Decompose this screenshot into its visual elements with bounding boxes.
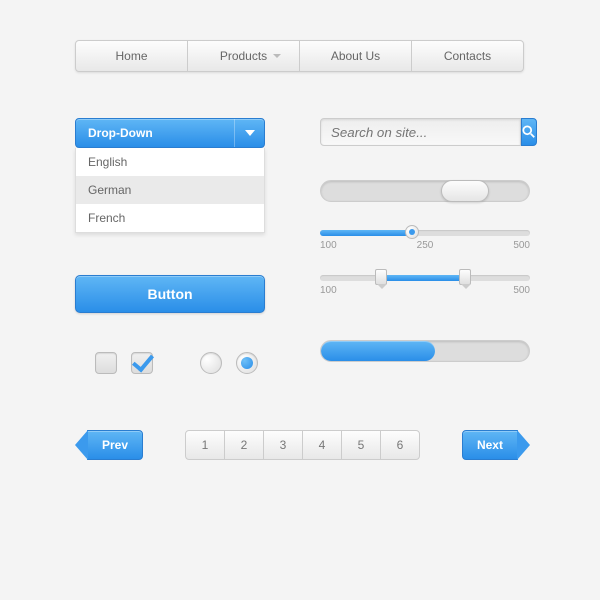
pagination: Prev 1 2 3 4 5 6 Next bbox=[75, 430, 530, 460]
nav-item-about[interactable]: About Us bbox=[299, 40, 412, 72]
dropdown-button[interactable]: Drop-Down bbox=[75, 118, 265, 148]
slider-track[interactable] bbox=[320, 230, 530, 236]
slider-knob-from[interactable] bbox=[375, 269, 387, 285]
slider-knob[interactable] bbox=[405, 225, 419, 239]
search-icon bbox=[522, 125, 536, 139]
nav-label: Contacts bbox=[444, 49, 491, 63]
nav-label: Home bbox=[115, 49, 147, 63]
radio-group bbox=[200, 352, 258, 374]
slider-labels: 100 500 bbox=[320, 285, 530, 296]
search-input[interactable] bbox=[320, 118, 521, 146]
toggle-knob[interactable] bbox=[441, 180, 489, 202]
toggle-switch[interactable] bbox=[320, 180, 530, 202]
slider-max: 500 bbox=[513, 285, 530, 296]
slider-single: 100 250 500 bbox=[320, 230, 530, 251]
slider-min: 100 bbox=[320, 240, 337, 251]
primary-button[interactable]: Button bbox=[75, 275, 265, 313]
progress-fill bbox=[321, 341, 435, 361]
page-number[interactable]: 1 bbox=[185, 430, 225, 460]
prev-button[interactable]: Prev bbox=[87, 430, 143, 460]
page-number[interactable]: 5 bbox=[341, 430, 381, 460]
nav-item-contacts[interactable]: Contacts bbox=[411, 40, 524, 72]
page-number[interactable]: 6 bbox=[380, 430, 420, 460]
page-number[interactable]: 2 bbox=[224, 430, 264, 460]
radio-checked[interactable] bbox=[236, 352, 258, 374]
checkbox-unchecked[interactable] bbox=[95, 352, 117, 374]
slider-max: 500 bbox=[513, 240, 530, 251]
slider-mid: 250 bbox=[417, 240, 434, 251]
checkbox-group bbox=[95, 352, 153, 374]
nav-item-home[interactable]: Home bbox=[75, 40, 188, 72]
nav-label: About Us bbox=[331, 49, 380, 63]
next-label: Next bbox=[477, 438, 503, 452]
slider-labels: 100 250 500 bbox=[320, 240, 530, 251]
slider-fill bbox=[320, 230, 408, 236]
button-label: Button bbox=[147, 286, 192, 302]
slider-track[interactable] bbox=[320, 275, 530, 281]
page-list: 1 2 3 4 5 6 bbox=[185, 430, 420, 460]
dropdown: Drop-Down English German French bbox=[75, 118, 265, 233]
search-button[interactable] bbox=[521, 118, 537, 146]
dropdown-label: Drop-Down bbox=[88, 126, 153, 140]
slider-min: 100 bbox=[320, 285, 337, 296]
progress-bar bbox=[320, 340, 530, 362]
dropdown-list: English German French bbox=[75, 148, 265, 233]
prev-label: Prev bbox=[102, 438, 128, 452]
nav-label: Products bbox=[220, 49, 267, 63]
page-number[interactable]: 3 bbox=[263, 430, 303, 460]
page-number[interactable]: 4 bbox=[302, 430, 342, 460]
chevron-down-icon bbox=[273, 54, 281, 58]
chevron-down-icon bbox=[234, 119, 264, 147]
dropdown-option[interactable]: English bbox=[76, 148, 264, 176]
nav-item-products[interactable]: Products bbox=[187, 40, 300, 72]
dropdown-option[interactable]: German bbox=[76, 176, 264, 204]
slider-range-fill bbox=[379, 275, 463, 281]
dropdown-option[interactable]: French bbox=[76, 204, 264, 232]
slider-knob-to[interactable] bbox=[459, 269, 471, 285]
top-nav: Home Products About Us Contacts bbox=[75, 40, 524, 72]
checkbox-checked[interactable] bbox=[131, 352, 153, 374]
slider-range: 100 500 bbox=[320, 275, 530, 296]
next-button[interactable]: Next bbox=[462, 430, 518, 460]
radio-unchecked[interactable] bbox=[200, 352, 222, 374]
search-box bbox=[320, 118, 530, 146]
